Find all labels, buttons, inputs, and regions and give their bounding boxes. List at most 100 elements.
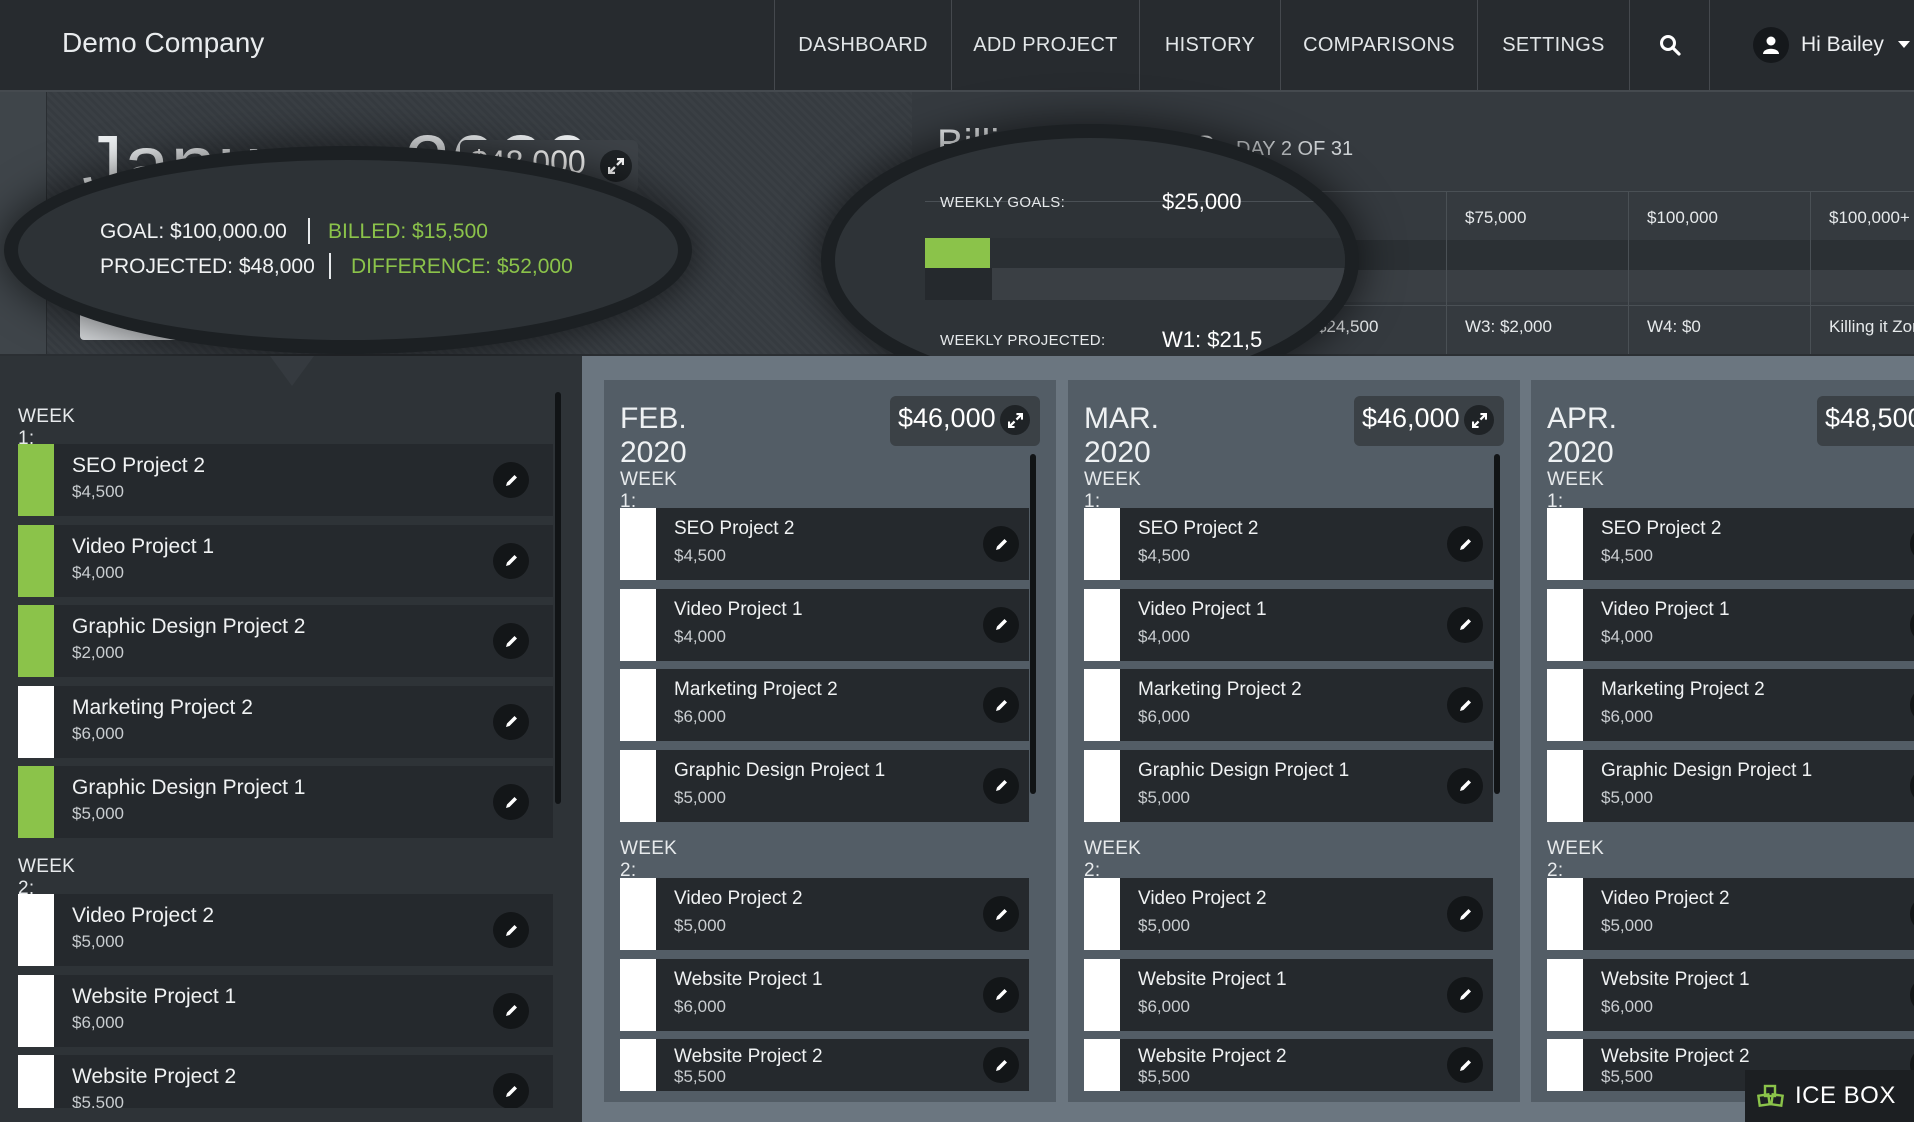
project-card[interactable]: Marketing Project 2 $6,000 [1547,669,1914,741]
scrollbar[interactable] [1030,454,1036,794]
edit-project-button[interactable] [1447,976,1483,1013]
project-card[interactable]: Marketing Project 2 $6,000 [620,669,1029,741]
nav-dashboard[interactable]: DASHBOARD [774,0,951,90]
expand-month-button[interactable] [600,150,632,182]
unbilled-status-tab[interactable] [1084,1039,1120,1091]
project-card[interactable]: SEO Project 2 $4,500 [620,508,1029,580]
nav-settings[interactable]: SETTINGS [1477,0,1629,90]
brand-name[interactable]: Demo Company [62,27,264,59]
project-card[interactable]: Video Project 2 $5,000 [1547,878,1914,950]
unbilled-status-tab[interactable] [18,1055,54,1108]
project-card[interactable]: Website Project 1 $6,000 [1547,958,1914,1031]
icebox-button[interactable]: ICE BOX [1745,1070,1914,1122]
project-card[interactable]: Video Project 1 $4,000 [1547,588,1914,661]
project-card[interactable]: Website Project 1 $6,000 [620,958,1029,1031]
edit-project-button[interactable] [983,896,1019,932]
edit-project-button[interactable] [1447,687,1483,723]
project-card[interactable]: Video Project 2 $5,000 [18,894,553,966]
unbilled-status-tab[interactable] [1547,669,1583,741]
edit-project-button[interactable] [1910,767,1914,804]
expand-month-button[interactable] [1464,405,1494,435]
unbilled-status-tab[interactable] [18,685,54,758]
edit-project-button[interactable] [1910,976,1914,1013]
unbilled-status-tab[interactable] [1084,749,1120,822]
unbilled-status-tab[interactable] [1547,1039,1583,1091]
unbilled-status-tab[interactable] [1084,588,1120,661]
edit-project-button[interactable] [1910,687,1914,723]
unbilled-status-tab[interactable] [1547,508,1583,580]
edit-project-button[interactable] [1447,896,1483,932]
edit-project-button[interactable] [1447,1047,1483,1083]
unbilled-status-tab[interactable] [620,588,656,661]
project-card[interactable]: SEO Project 2 $4,500 [18,444,553,516]
project-card[interactable]: SEO Project 2 $4,500 [1084,508,1493,580]
edit-project-button[interactable] [983,767,1019,804]
edit-project-button[interactable] [1447,606,1483,643]
unbilled-status-tab[interactable] [1547,588,1583,661]
project-card[interactable]: SEO Project 2 $4,500 [1547,508,1914,580]
unbilled-status-tab[interactable] [1547,749,1583,822]
edit-project-button[interactable] [983,1047,1019,1083]
edit-project-button[interactable] [983,687,1019,723]
user-menu[interactable]: Hi Bailey [1709,0,1914,90]
nav-history[interactable]: HISTORY [1139,0,1280,90]
unbilled-status-tab[interactable] [18,974,54,1047]
unbilled-status-tab[interactable] [18,894,54,966]
edit-project-button[interactable] [1447,767,1483,804]
unbilled-status-tab[interactable] [620,508,656,580]
billed-status-tab[interactable] [18,524,54,597]
unbilled-status-tab[interactable] [620,669,656,741]
project-card[interactable]: Video Project 1 $4,000 [620,588,1029,661]
unbilled-status-tab[interactable] [1547,958,1583,1031]
edit-project-button[interactable] [1910,526,1914,562]
billed-status-tab[interactable] [18,766,54,838]
project-card[interactable]: Website Project 2 $5,500 [1084,1039,1493,1091]
unbilled-status-tab[interactable] [1547,878,1583,950]
unbilled-status-tab[interactable] [1084,958,1120,1031]
unbilled-status-tab[interactable] [620,749,656,822]
edit-project-button[interactable] [983,976,1019,1013]
nav-add-project[interactable]: ADD PROJECT [951,0,1139,90]
edit-project-button[interactable] [1910,606,1914,643]
unbilled-status-tab[interactable] [1084,669,1120,741]
project-card[interactable]: Website Project 2 $5,500 [620,1039,1029,1091]
edit-project-button[interactable] [493,703,529,740]
billed-status-tab[interactable] [18,444,54,516]
unbilled-status-tab[interactable] [1084,878,1120,950]
project-card[interactable]: Graphic Design Project 2 $2,000 [18,605,553,677]
scrollbar[interactable] [555,392,561,804]
edit-project-button[interactable] [493,912,529,948]
nav-comparisons[interactable]: COMPARISONS [1280,0,1477,90]
edit-project-button[interactable] [983,526,1019,562]
project-card[interactable]: Video Project 1 $4,000 [18,524,553,597]
project-card[interactable]: Marketing Project 2 $6,000 [1084,669,1493,741]
expand-month-button[interactable] [1000,405,1030,435]
project-card[interactable]: Marketing Project 2 $6,000 [18,685,553,758]
unbilled-status-tab[interactable] [620,1039,656,1091]
project-card[interactable]: Website Project 2 $5,500 [18,1055,553,1108]
edit-project-button[interactable] [1447,526,1483,562]
edit-project-button[interactable] [493,623,529,659]
edit-project-button[interactable] [983,606,1019,643]
scrollbar[interactable] [1494,454,1500,794]
unbilled-status-tab[interactable] [620,958,656,1031]
edit-project-button[interactable] [1910,896,1914,932]
project-card[interactable]: Video Project 2 $5,000 [620,878,1029,950]
project-card[interactable]: Graphic Design Project 1 $5,000 [1084,749,1493,822]
project-card[interactable]: Website Project 1 $6,000 [1084,958,1493,1031]
project-card[interactable]: Graphic Design Project 1 $5,000 [620,749,1029,822]
project-card[interactable]: Video Project 2 $5,000 [1084,878,1493,950]
edit-project-button[interactable] [493,462,529,498]
project-card[interactable]: Graphic Design Project 1 $5,000 [18,766,553,838]
edit-project-button[interactable] [493,542,529,579]
unbilled-status-tab[interactable] [1084,508,1120,580]
billed-status-tab[interactable] [18,605,54,677]
project-card[interactable]: Graphic Design Project 1 $5,000 [1547,749,1914,822]
edit-project-button[interactable] [493,992,529,1029]
edit-project-button[interactable] [493,1073,529,1108]
project-card[interactable]: Website Project 1 $6,000 [18,974,553,1047]
unbilled-status-tab[interactable] [620,878,656,950]
project-card[interactable]: Video Project 1 $4,000 [1084,588,1493,661]
search-button[interactable] [1629,0,1710,90]
edit-project-button[interactable] [493,784,529,820]
